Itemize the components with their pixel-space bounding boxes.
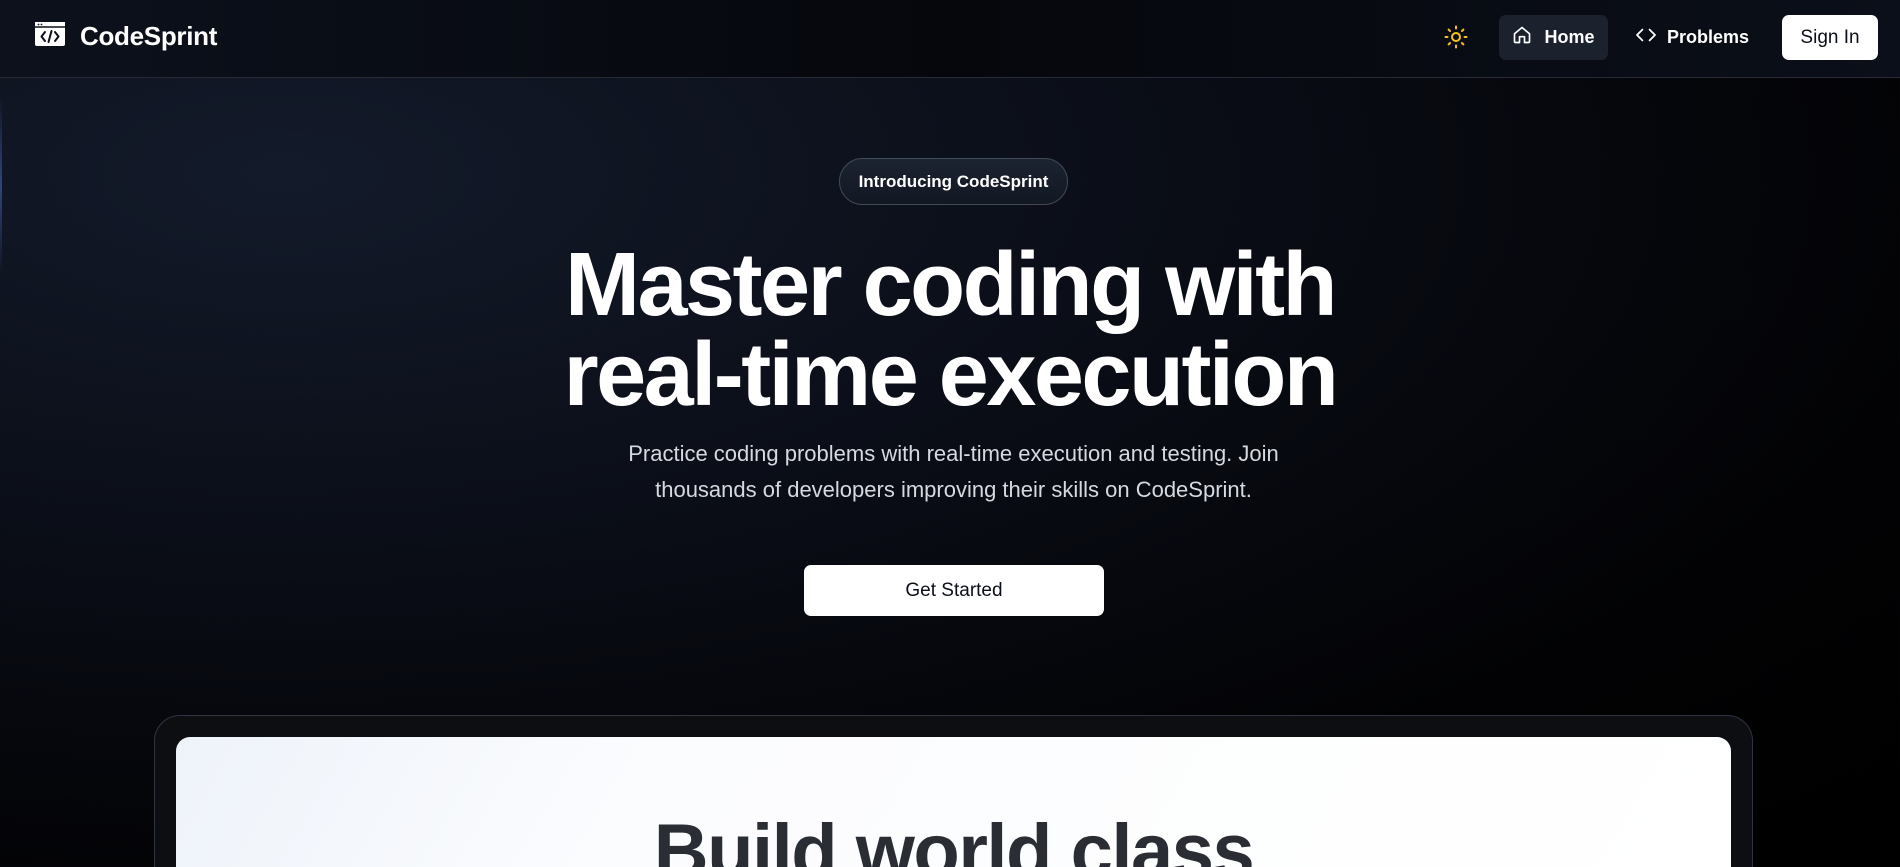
nav-home-label: Home bbox=[1544, 27, 1595, 47]
nav-problems-label: Problems bbox=[1666, 27, 1750, 47]
hero-headline-line-2: real-time execution bbox=[563, 325, 1339, 425]
hero-headline: Master coding with real-time execution bbox=[450, 240, 1450, 420]
sun-icon bbox=[1444, 25, 1468, 54]
top-navbar: CodeSprint Home Problems Sign In bbox=[0, 0, 1900, 78]
hero-subtitle-line-1: Practice coding problems with real-time … bbox=[628, 441, 1279, 466]
hero-subtitle: Practice coding problems with real-time … bbox=[600, 436, 1307, 508]
get-started-button[interactable]: Get Started bbox=[804, 565, 1104, 616]
brand[interactable]: CodeSprint bbox=[34, 21, 217, 52]
code-brackets-icon bbox=[1635, 26, 1657, 49]
home-icon bbox=[1512, 25, 1532, 50]
sign-in-button[interactable]: Sign In bbox=[1782, 15, 1878, 60]
left-edge-accent bbox=[0, 95, 2, 275]
code-window-icon bbox=[34, 21, 66, 52]
brand-name: CodeSprint bbox=[80, 21, 218, 51]
theme-toggle-button[interactable] bbox=[1440, 24, 1472, 54]
preview-screen: Build world class bbox=[176, 737, 1731, 867]
hero-subtitle-line-2: thousands of developers improving their … bbox=[655, 477, 1252, 502]
preview-title: Build world class bbox=[653, 809, 1255, 867]
hero-headline-line-1: Master coding with bbox=[564, 235, 1338, 335]
nav-problems-link[interactable]: Problems bbox=[1627, 15, 1757, 60]
intro-badge[interactable]: Introducing CodeSprint bbox=[839, 158, 1068, 205]
nav-home-link[interactable]: Home bbox=[1499, 15, 1608, 60]
